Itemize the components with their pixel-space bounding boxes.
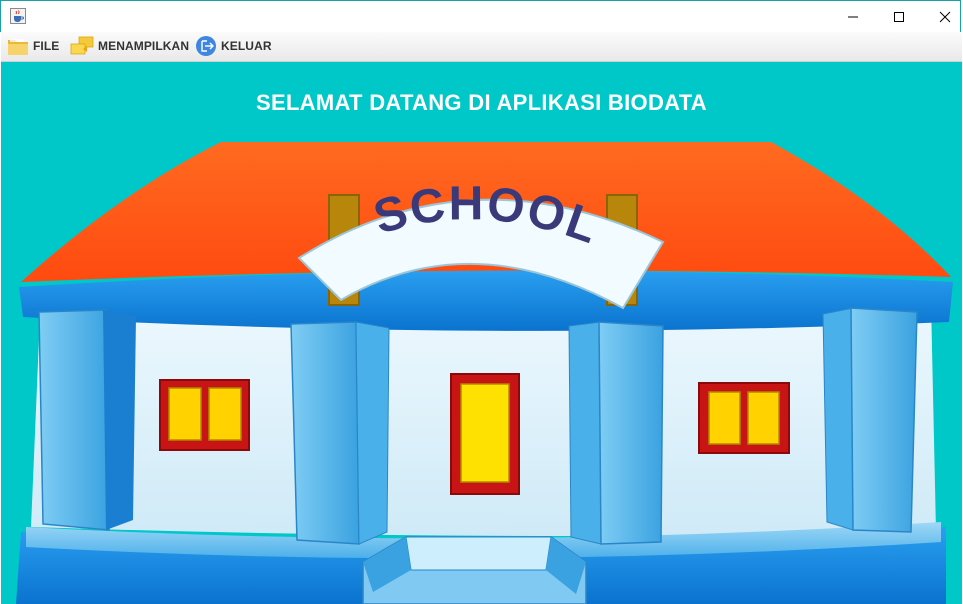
pillar-2 [290, 321, 360, 545]
pillar-4 [822, 307, 854, 531]
door [450, 373, 520, 495]
menu-menampilkan[interactable]: MENAMPILKAN [69, 35, 189, 57]
roof-band [19, 270, 953, 331]
menu-file-label: FILE [33, 39, 60, 53]
menu-menampilkan-label: MENAMPILKAN [98, 39, 190, 53]
maximize-icon [894, 12, 904, 22]
entrance-steps [362, 536, 587, 604]
page-title: SELAMAT DATANG DI APLIKASI BIODATA [256, 90, 707, 115]
close-icon [939, 11, 951, 23]
minimize-icon [848, 16, 858, 18]
folder-icon [8, 39, 28, 55]
menu-bar: FILE MENAMPILKAN KELUAR [1, 32, 962, 62]
exit-icon [196, 36, 216, 56]
java-cup-icon [10, 8, 26, 24]
pillar-3 [568, 321, 602, 545]
display-icon [70, 36, 94, 55]
menu-keluar[interactable]: KELUAR [194, 35, 272, 57]
pillar-1 [38, 309, 110, 531]
window-left [159, 379, 250, 451]
menu-keluar-label: KELUAR [221, 39, 272, 53]
school-illustration: SCHOOL [16, 142, 953, 604]
minimize-button[interactable] [830, 1, 876, 33]
window-right [698, 382, 790, 454]
title-bar [0, 0, 961, 32]
menu-file[interactable]: FILE [6, 35, 59, 57]
maximize-button[interactable] [876, 1, 922, 33]
main-panel: SELAMAT DATANG DI APLIKASI BIODATA SCHOO… [1, 62, 962, 604]
close-button[interactable] [922, 1, 963, 33]
